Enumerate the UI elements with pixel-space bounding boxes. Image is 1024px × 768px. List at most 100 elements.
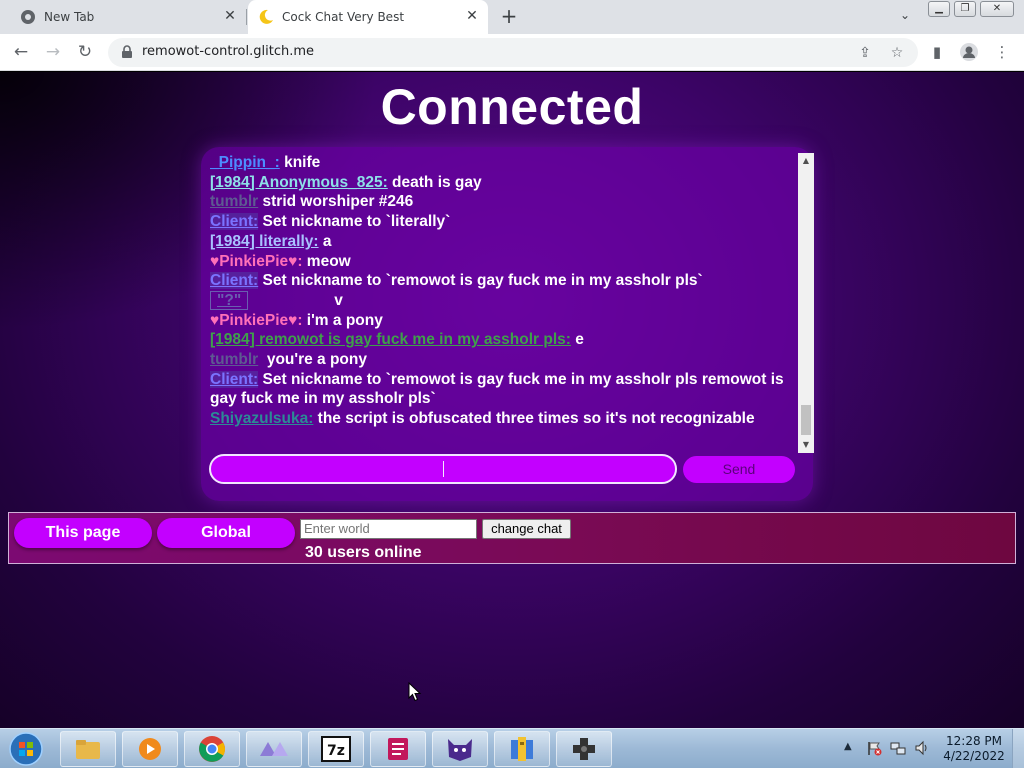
taskbar-chrome[interactable] (184, 731, 240, 767)
scroll-thumb[interactable] (801, 405, 811, 435)
chat-nickname[interactable]: Client: (210, 213, 259, 231)
chat-nickname[interactable]: _Pippin_: (210, 154, 280, 171)
moon-icon (259, 9, 273, 24)
chat-message: tumblr you're a pony (210, 350, 798, 370)
archive-icon (511, 737, 533, 761)
browser-tab-bar: New Tab ✕ Cock Chat Very Best ✕ + ⌄ ▁ ❐ … (0, 0, 1024, 34)
chat-message: ♥PinkiePie♥: meow (210, 252, 798, 272)
minimize-icon[interactable]: ▁ (928, 1, 950, 17)
url-text: remowot-control.glitch.me (142, 44, 314, 59)
close-tab-icon[interactable]: ✕ (464, 8, 480, 24)
world-input[interactable]: Enter world (300, 519, 477, 539)
taskbar-app-notepad[interactable] (370, 731, 426, 767)
world-controls-panel: This page Global Enter world change chat… (8, 512, 1016, 564)
windows-start-orb-icon[interactable] (6, 730, 46, 768)
chat-message-text: e (570, 331, 584, 349)
gamepad-cross-icon (573, 738, 595, 760)
system-clock[interactable]: 12:28 PM 4/22/2022 (940, 734, 1008, 764)
restore-icon[interactable]: ❐ (954, 1, 976, 17)
chat-scrollbar[interactable]: ▲ ▼ (798, 153, 814, 453)
tab-separator (246, 9, 247, 25)
chat-nickname[interactable]: [1984] Anonymous_825: (210, 174, 388, 191)
send-button[interactable]: Send (683, 456, 795, 483)
chrome-icon (21, 10, 35, 24)
chat-message-text: v (248, 291, 343, 309)
chat-message-text: knife (279, 154, 321, 171)
chat-message: Client: Set nickname to `remowot is gay … (210, 370, 798, 409)
clock-date: 4/22/2022 (943, 749, 1005, 763)
taskbar-7zip[interactable]: 7z (308, 731, 364, 767)
chat-message: ♥PinkiePie♥: i'm a pony (210, 311, 798, 331)
chat-message-text: i'm a pony (302, 311, 383, 329)
share-icon[interactable]: ⇪ (856, 44, 874, 62)
windows-taskbar: 7z ▲ 12:28 PM 4/22/2022 (0, 728, 1024, 768)
volume-speaker-icon[interactable] (914, 740, 930, 756)
side-panel-icon[interactable]: ▮ (927, 42, 947, 62)
users-online-count: 30 users online (305, 544, 422, 561)
chat-card: _Pippin_: knife [1984] Anonymous_825: dea… (201, 147, 814, 501)
chat-message-text: Set nickname to `remowot is gay fuck me … (210, 370, 788, 408)
chat-message-text: Set nickname to `literally` (258, 213, 451, 231)
new-tab-plus-icon[interactable]: + (498, 6, 520, 28)
taskbar-app-gamepad[interactable] (556, 731, 612, 767)
chat-message-text: a (318, 232, 332, 250)
chat-message: tumblr strid worshiper #246 (210, 192, 798, 212)
tab-new-tab[interactable]: New Tab ✕ (10, 0, 246, 34)
message-list[interactable]: _Pippin_: knife [1984] Anonymous_825: dea… (210, 153, 798, 453)
profile-avatar-icon[interactable] (959, 42, 979, 62)
notepad-icon (388, 738, 408, 760)
7zip-icon: 7z (321, 736, 351, 762)
text-caret (443, 461, 444, 477)
chat-nickname[interactable]: Client: (210, 272, 259, 290)
close-window-icon[interactable]: ✕ (980, 1, 1014, 17)
chat-nickname[interactable]: ♥PinkiePie♥: (210, 312, 303, 329)
chat-page: Connected _Pippin_: knife [1984] Anonymou… (0, 72, 1024, 728)
back-arrow-icon[interactable]: ← (10, 41, 32, 63)
tray-show-hidden-icon[interactable]: ▲ (844, 741, 852, 752)
taskbar-app-archive[interactable] (494, 731, 550, 767)
taskbar-app-triangles[interactable] (246, 731, 302, 767)
tab-search-chevron-icon[interactable]: ⌄ (896, 8, 914, 26)
chat-nickname[interactable]: tumblr (210, 193, 258, 210)
address-bar[interactable]: remowot-control.glitch.me ⇪ ☆ (108, 38, 918, 67)
chat-nickname[interactable]: ♥PinkiePie♥: (210, 253, 303, 270)
folder-icon (76, 740, 100, 759)
chat-nickname[interactable]: tumblr (210, 351, 258, 368)
chat-nickname[interactable]: [1984] remowot is gay fuck me in my assh… (210, 331, 571, 348)
taskbar-explorer[interactable] (60, 731, 116, 767)
connection-status-title: Connected (380, 79, 644, 135)
tab-title: Cock Chat Very Best (282, 10, 405, 24)
chat-nickname[interactable]: Shiyazulsuka: (210, 410, 313, 427)
bookmark-star-icon[interactable]: ☆ (888, 44, 906, 62)
chat-message: [1984] literally: a (210, 232, 798, 252)
scroll-up-arrow-icon[interactable]: ▲ (798, 153, 814, 169)
forward-arrow-icon[interactable]: → (42, 41, 64, 63)
network-icon[interactable] (890, 740, 906, 756)
chat-message-input[interactable] (209, 454, 677, 484)
chrome-icon (199, 736, 226, 762)
change-chat-button[interactable]: change chat (482, 519, 571, 539)
reload-icon[interactable]: ↻ (74, 41, 96, 63)
chat-nickname[interactable]: Client: (210, 370, 259, 388)
svg-text:7z: 7z (327, 743, 345, 759)
taskbar-app-cat[interactable] (432, 731, 488, 767)
mouse-cursor-icon (408, 682, 422, 702)
close-tab-icon[interactable]: ✕ (222, 8, 238, 24)
this-page-button[interactable]: This page (14, 518, 152, 548)
chat-message: [1984] remowot is gay fuck me in my assh… (210, 330, 798, 350)
tab-cock-chat[interactable]: Cock Chat Very Best ✕ (248, 0, 488, 34)
chat-message: [1984] Anonymous_825: death is gay (210, 173, 798, 193)
menu-kebab-icon[interactable]: ⋮ (992, 42, 1012, 62)
chat-message: Shiyazulsuka: the script is obfuscated t… (210, 409, 798, 429)
triangles-icon (260, 742, 288, 756)
media-player-icon (139, 738, 161, 760)
taskbar-media-player[interactable] (122, 731, 178, 767)
chat-nickname[interactable]: "?" (210, 290, 249, 310)
scroll-down-arrow-icon[interactable]: ▼ (798, 437, 814, 453)
browser-toolbar: ← → ↻ remowot-control.glitch.me ⇪ ☆ ▮ ⋮ (0, 34, 1024, 71)
chat-nickname[interactable]: [1984] literally: (210, 233, 319, 250)
show-desktop-button[interactable] (1012, 729, 1024, 768)
global-button[interactable]: Global (157, 518, 295, 548)
action-center-flag-icon[interactable] (866, 740, 882, 756)
cat-icon (448, 739, 472, 761)
